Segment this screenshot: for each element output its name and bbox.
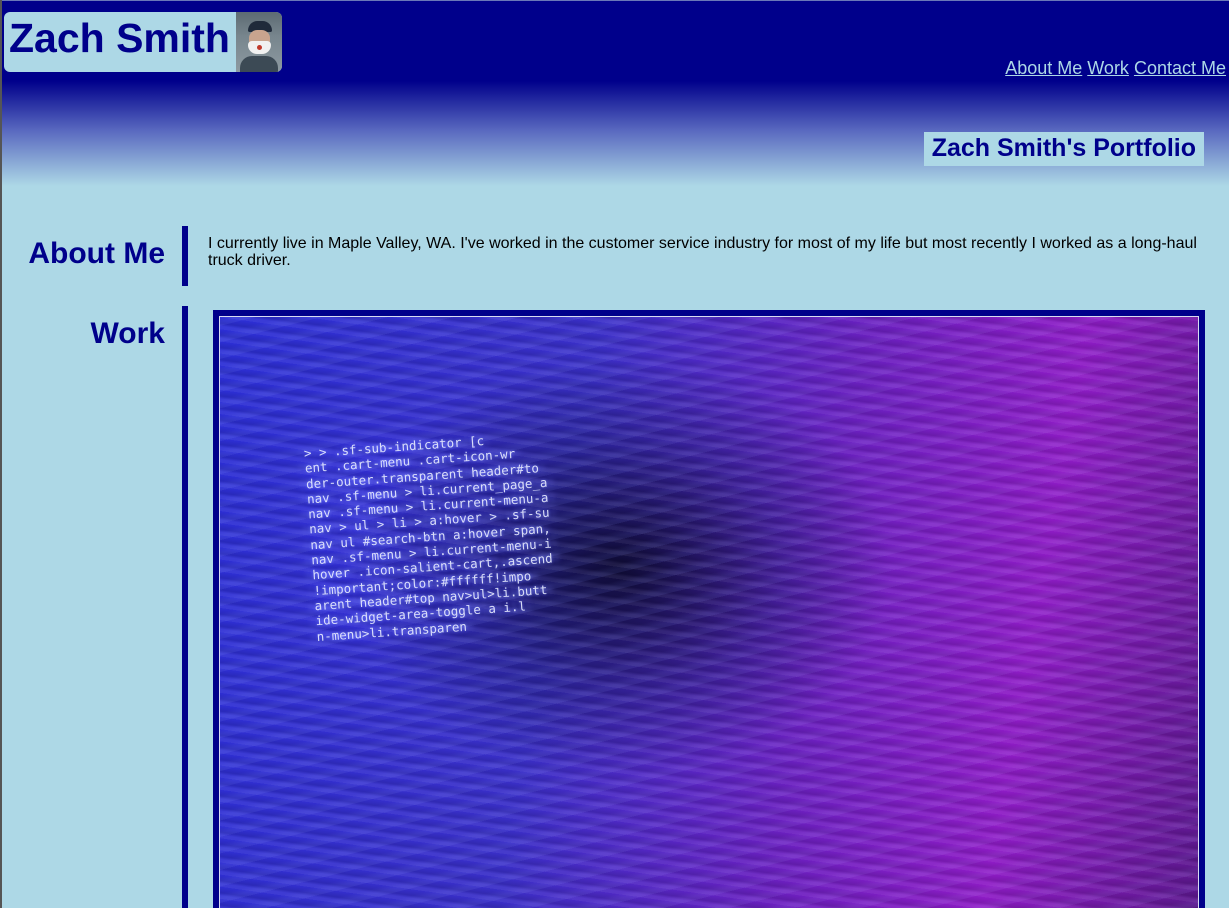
about-text: I currently live in Maple Valley, WA. I'… [208, 235, 1197, 269]
avatar-mask-logo [256, 45, 262, 50]
work-heading: Work [90, 317, 165, 350]
work-divider [182, 306, 188, 908]
site-header: Zach Smith About Me Work Contact Me Zach… [2, 0, 1229, 200]
avatar-shirt [239, 56, 278, 72]
brand-name: Zach Smith [9, 15, 230, 61]
main-nav: About Me Work Contact Me [1005, 58, 1226, 79]
portfolio-title: Zach Smith's Portfolio [923, 132, 1204, 166]
avatar [235, 12, 282, 72]
nav-link-work[interactable]: Work [1087, 58, 1129, 78]
about-divider [182, 226, 188, 286]
nav-link-contact[interactable]: Contact Me [1134, 58, 1226, 78]
image-code-text: > > .sf-sub-indicator [c ent .cart-menu .… [303, 429, 557, 644]
work-image[interactable]: > > .sf-sub-indicator [c ent .cart-menu .… [219, 316, 1199, 908]
about-heading: About Me [28, 237, 165, 270]
nav-link-about[interactable]: About Me [1005, 58, 1082, 78]
brand-badge: Zach Smith [4, 12, 282, 72]
work-image-frame: > > .sf-sub-indicator [c ent .cart-menu .… [213, 310, 1205, 908]
